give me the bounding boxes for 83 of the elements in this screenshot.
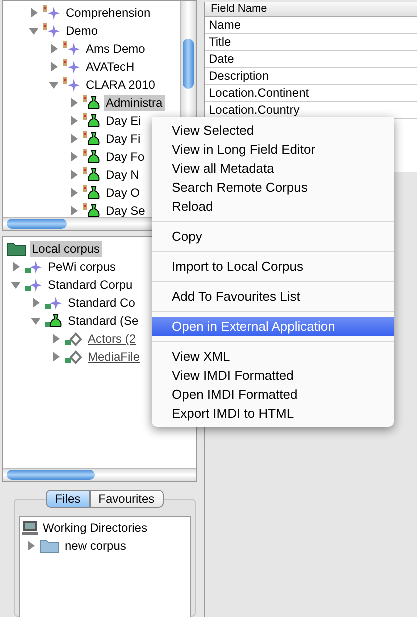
table-cell: Title	[205, 34, 417, 51]
tree-item[interactable]: PeWi corpus	[46, 259, 118, 276]
folder-icon	[40, 538, 60, 554]
menu-item[interactable]: Add To Favourites List	[152, 287, 394, 306]
tab[interactable]: Favourites	[90, 490, 164, 508]
star-icon	[25, 277, 43, 294]
collapsed-arrow-icon[interactable]	[31, 298, 41, 308]
horizontal-scrollbar[interactable]	[3, 468, 196, 481]
bag-icon	[83, 95, 101, 111]
table-cell: Location.Continent	[205, 85, 417, 102]
tree-item[interactable]: Ams Demo	[84, 41, 148, 57]
tree-item[interactable]: Standard Co	[66, 295, 138, 312]
tree-item[interactable]: Administra	[104, 95, 165, 111]
expanded-arrow-icon[interactable]	[31, 316, 41, 326]
tree-item[interactable]: Local corpus	[30, 241, 102, 258]
collapsed-arrow-icon[interactable]	[69, 170, 79, 180]
bag-icon	[83, 149, 101, 165]
table-cell: Date	[205, 51, 417, 68]
tree-item[interactable]: Day Se	[104, 203, 148, 219]
collapsed-arrow-icon[interactable]	[69, 188, 79, 198]
star-icon	[45, 295, 63, 312]
collapsed-arrow-icon[interactable]	[69, 98, 79, 108]
tree-item[interactable]: Comprehension	[64, 5, 153, 21]
menu-item[interactable]: View XML	[152, 347, 394, 366]
collapsed-arrow-icon[interactable]	[69, 152, 79, 162]
diamond-icon	[65, 349, 83, 366]
tree-item[interactable]: Standard (Se	[66, 313, 141, 330]
tree-item[interactable]: Day N	[104, 167, 142, 183]
folder-icon	[7, 241, 27, 258]
star-icon	[63, 41, 81, 57]
menu-item[interactable]: Reload	[152, 197, 394, 216]
tree-item[interactable]: Day Fo	[104, 149, 147, 165]
diamond-icon	[65, 331, 83, 348]
star-icon	[63, 77, 81, 93]
bag-icon	[83, 203, 101, 219]
menu-item[interactable]: View Selected	[152, 121, 394, 140]
menu-item[interactable]: Open IMDI Formatted	[152, 385, 394, 404]
collapsed-arrow-icon[interactable]	[26, 541, 36, 551]
menu-item[interactable]: Open in External Application	[152, 317, 394, 336]
tree-item[interactable]: Working Directories	[41, 520, 150, 536]
bag-icon	[45, 313, 63, 330]
menu-item[interactable]: Copy	[152, 227, 394, 246]
computer-icon	[22, 520, 38, 536]
tree-item[interactable]: AVATecH	[84, 59, 137, 75]
tree-item[interactable]: MediaFile	[86, 349, 142, 366]
star-icon	[63, 59, 81, 75]
star-icon	[25, 259, 43, 276]
bag-icon	[83, 113, 101, 129]
collapsed-arrow-icon[interactable]	[49, 62, 59, 72]
collapsed-arrow-icon[interactable]	[69, 134, 79, 144]
menu-item[interactable]: Search Remote Corpus	[152, 178, 394, 197]
table-cell: Description	[205, 68, 417, 85]
menu-item[interactable]: Export IMDI to HTML	[152, 404, 394, 423]
column-header[interactable]: Field Name	[205, 2, 417, 17]
tree-item[interactable]: Demo	[64, 23, 100, 39]
tree-item[interactable]: Day Fi	[104, 131, 143, 147]
tab[interactable]: Files	[46, 490, 90, 508]
collapsed-arrow-icon[interactable]	[69, 116, 79, 126]
expanded-arrow-icon[interactable]	[49, 80, 59, 90]
bag-icon	[83, 185, 101, 201]
tree-item[interactable]: CLARA 2010	[84, 77, 158, 93]
collapsed-arrow-icon[interactable]	[51, 352, 61, 362]
expanded-arrow-icon[interactable]	[29, 26, 39, 36]
bag-icon	[83, 131, 101, 147]
menu-item[interactable]: View all Metadata	[152, 159, 394, 178]
bag-icon	[83, 167, 101, 183]
collapsed-arrow-icon[interactable]	[29, 8, 39, 18]
star-icon	[43, 23, 61, 39]
menu-item[interactable]: View IMDI Formatted	[152, 366, 394, 385]
menu-item[interactable]: Import to Local Corpus	[152, 257, 394, 276]
tree-item[interactable]: Actors (2	[86, 331, 138, 348]
collapsed-arrow-icon[interactable]	[11, 262, 21, 272]
collapsed-arrow-icon[interactable]	[51, 334, 61, 344]
tree-item[interactable]: Day Ei	[104, 113, 144, 129]
tree-item[interactable]: Day O	[104, 185, 142, 201]
collapsed-arrow-icon[interactable]	[49, 44, 59, 54]
collapsed-arrow-icon[interactable]	[69, 206, 79, 216]
table-cell: Name	[205, 17, 417, 34]
expanded-arrow-icon[interactable]	[11, 280, 21, 290]
tree-item[interactable]: new corpus	[63, 538, 128, 554]
menu-item[interactable]: View in Long Field Editor	[152, 140, 394, 159]
tree-item[interactable]: Standard Corpu	[46, 277, 135, 294]
star-icon	[43, 5, 61, 21]
